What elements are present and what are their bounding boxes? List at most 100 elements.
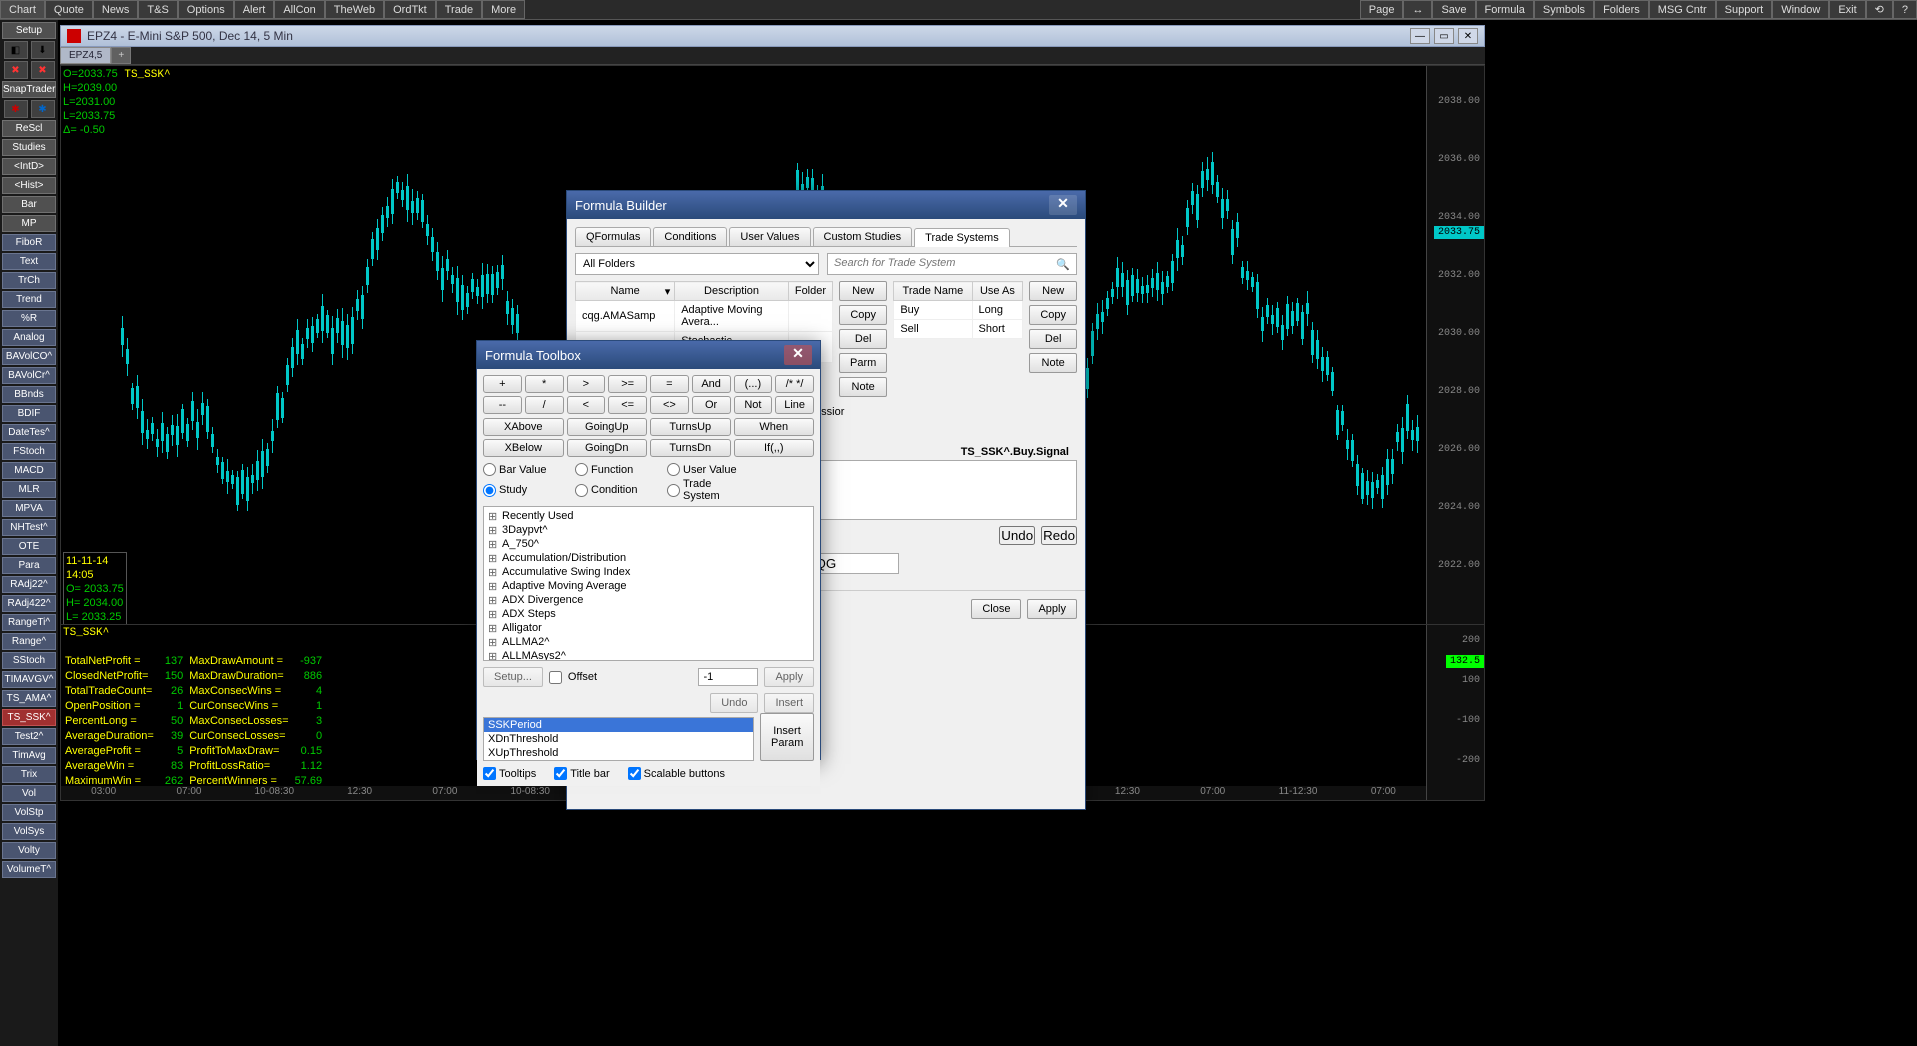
menu-trade[interactable]: Trade: [436, 0, 482, 19]
table-cell[interactable]: Short: [972, 320, 1023, 339]
op-goingup-button[interactable]: GoingUp: [567, 418, 648, 436]
menu-news[interactable]: News: [93, 0, 139, 19]
menu-msgcntr[interactable]: MSG Cntr: [1649, 0, 1716, 19]
sidebar-icon-1[interactable]: ◧: [4, 41, 28, 59]
menu-[interactable]: ⟲: [1866, 0, 1893, 19]
toolbox-insert-button[interactable]: Insert: [764, 693, 814, 713]
sidebar-item-para[interactable]: Para: [2, 557, 56, 574]
tree-item[interactable]: ALLMA2^: [486, 635, 811, 649]
param-item[interactable]: SSKPeriod: [484, 718, 753, 732]
folder-select[interactable]: All Folders: [575, 253, 819, 275]
sidebar-item-macd[interactable]: MACD: [2, 462, 56, 479]
tree-item[interactable]: ADX Steps: [486, 607, 811, 621]
minimize-icon[interactable]: —: [1410, 28, 1430, 44]
radio-function[interactable]: [575, 463, 588, 476]
radio-barvalue[interactable]: [483, 463, 496, 476]
op-xbelow-button[interactable]: XBelow: [483, 439, 564, 457]
intd-button[interactable]: <IntD>: [2, 158, 56, 175]
param-item[interactable]: XUpThreshold: [484, 746, 753, 760]
fb-tab-customstudies[interactable]: Custom Studies: [813, 227, 913, 246]
sidebar-item-datetes[interactable]: DateTes^: [2, 424, 56, 441]
op-button[interactable]: *: [525, 375, 564, 393]
sidebar-item-volumet[interactable]: VolumeT^: [2, 861, 56, 878]
op-button[interactable]: =: [650, 375, 689, 393]
col-use-as[interactable]: Use As: [972, 282, 1023, 301]
note-button[interactable]: Note: [839, 377, 887, 397]
table-cell[interactable]: Buy: [894, 301, 972, 320]
op-button[interactable]: Not: [734, 396, 773, 414]
op-button[interactable]: Or: [692, 396, 731, 414]
chart-tab[interactable]: EPZ4,5: [60, 47, 111, 64]
tree-item[interactable]: Accumulative Swing Index: [486, 565, 811, 579]
op-turnsdn-button[interactable]: TurnsDn: [650, 439, 731, 457]
fb-tab-tradesystems[interactable]: Trade Systems: [914, 228, 1010, 247]
menu-quote[interactable]: Quote: [45, 0, 93, 19]
menu-folders[interactable]: Folders: [1594, 0, 1649, 19]
sidebar-item-ts_ama[interactable]: TS_AMA^: [2, 690, 56, 707]
add-tab-button[interactable]: +: [111, 47, 131, 64]
op-button[interactable]: <=: [608, 396, 647, 414]
sidebar-item-test2[interactable]: Test2^: [2, 728, 56, 745]
sidebar-item-bavolcr[interactable]: BAVolCr^: [2, 367, 56, 384]
study-tree[interactable]: Recently Used3Daypvt^A_750^Accumulation/…: [483, 506, 814, 661]
copy-button[interactable]: Copy: [839, 305, 887, 325]
studies-button[interactable]: Studies: [2, 139, 56, 156]
opt-titlebar[interactable]: [554, 767, 567, 780]
maximize-icon[interactable]: ▭: [1434, 28, 1454, 44]
offset-checkbox[interactable]: [549, 671, 562, 684]
formula-builder-titlebar[interactable]: Formula Builder ✕: [567, 191, 1085, 219]
undo-button[interactable]: Undo: [999, 526, 1035, 545]
trades-table[interactable]: Trade Name Use As BuyLongSellShort: [893, 281, 1023, 339]
redo-button[interactable]: Redo: [1041, 526, 1077, 545]
menu-exit[interactable]: Exit: [1829, 0, 1865, 19]
apply-button[interactable]: Apply: [1027, 599, 1077, 619]
menu-alert[interactable]: Alert: [234, 0, 275, 19]
trade-new-button[interactable]: New: [1029, 281, 1077, 301]
radio-condition[interactable]: [575, 484, 588, 497]
del-button[interactable]: Del: [839, 329, 887, 349]
menu-more[interactable]: More: [482, 0, 525, 19]
op-button[interactable]: <>: [650, 396, 689, 414]
radio-tradesystem[interactable]: [667, 484, 680, 497]
sidebar-item-r[interactable]: %R: [2, 310, 56, 327]
menu-ordtkt[interactable]: OrdTkt: [384, 0, 436, 19]
toolbox-apply-button[interactable]: Apply: [764, 667, 814, 687]
op-button[interactable]: >: [567, 375, 606, 393]
op-button[interactable]: And: [692, 375, 731, 393]
table-cell[interactable]: Sell: [894, 320, 972, 339]
toolbox-setup-button[interactable]: Setup...: [483, 667, 543, 687]
col-trade-name[interactable]: Trade Name: [894, 282, 972, 301]
col-desc[interactable]: Description: [675, 282, 789, 301]
menu-page[interactable]: Page: [1360, 0, 1404, 19]
opt-tooltips[interactable]: [483, 767, 496, 780]
trade-copy-button[interactable]: Copy: [1029, 305, 1077, 325]
insert-param-button[interactable]: Insert Param: [760, 713, 814, 761]
setup-button[interactable]: Setup: [2, 22, 56, 39]
close-icon[interactable]: ✕: [1458, 28, 1478, 44]
sidebar-item-nhtest[interactable]: NHTest^: [2, 519, 56, 536]
fb-tab-conditions[interactable]: Conditions: [653, 227, 727, 246]
rescl-button[interactable]: ReScl: [2, 120, 56, 137]
sidebar-icon-3[interactable]: ✖: [4, 61, 28, 79]
menu-t&s[interactable]: T&S: [138, 0, 177, 19]
opt-scalablebuttons[interactable]: [628, 767, 641, 780]
tree-item[interactable]: Alligator: [486, 621, 811, 635]
search-icon[interactable]: 🔍: [1056, 258, 1070, 271]
toolbox-undo-button[interactable]: Undo: [710, 693, 758, 713]
sidebar-item-bavolco[interactable]: BAVolCO^: [2, 348, 56, 365]
bar-button[interactable]: Bar: [2, 196, 56, 213]
formula-toolbox-titlebar[interactable]: Formula Toolbox ✕: [477, 341, 820, 369]
op-button[interactable]: --: [483, 396, 522, 414]
sidebar-item-sstoch[interactable]: SStoch: [2, 652, 56, 669]
sidebar-item-trix[interactable]: Trix: [2, 766, 56, 783]
tree-item[interactable]: ALLMAsys2^: [486, 649, 811, 661]
sidebar-item-trch[interactable]: TrCh: [2, 272, 56, 289]
op-button[interactable]: >=: [608, 375, 647, 393]
tree-item[interactable]: Adaptive Moving Average: [486, 579, 811, 593]
menu-window[interactable]: Window: [1772, 0, 1829, 19]
menu-allcon[interactable]: AllCon: [274, 0, 324, 19]
menu-formula[interactable]: Formula: [1476, 0, 1534, 19]
sidebar-item-vol[interactable]: Vol: [2, 785, 56, 802]
parm-button[interactable]: Parm: [839, 353, 887, 373]
sidebar-icon-5[interactable]: ✱: [4, 100, 28, 118]
